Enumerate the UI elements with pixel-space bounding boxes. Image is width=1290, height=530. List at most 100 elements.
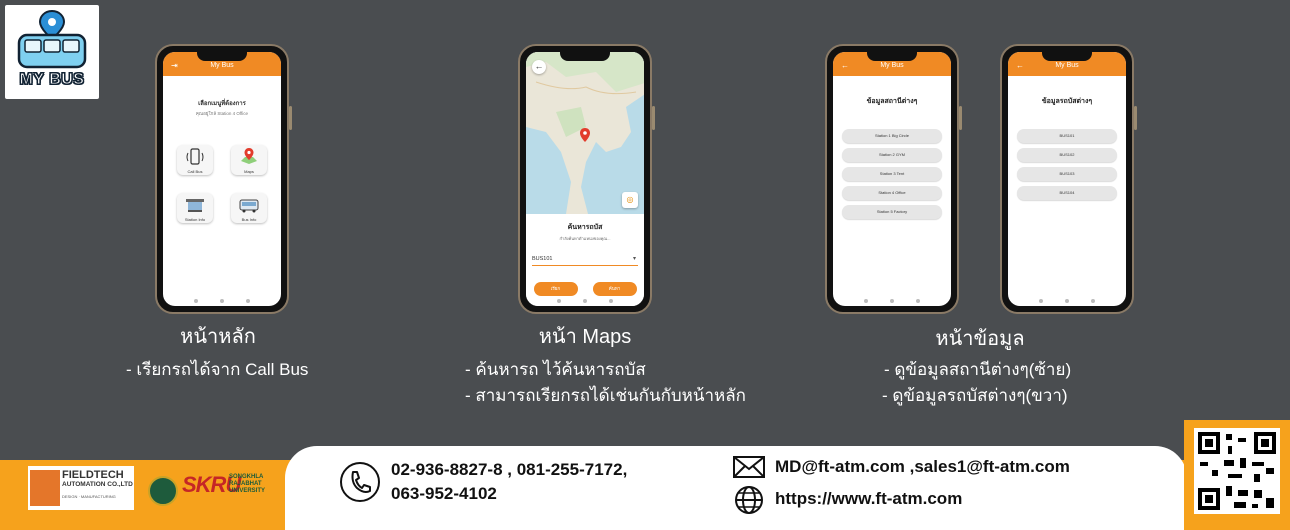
skru-line: UNIVERSITY	[229, 488, 266, 494]
search-button[interactable]: ค้นหา	[592, 282, 637, 296]
call-bus-label: Call Bus	[187, 169, 203, 174]
bus-pin-icon	[17, 9, 87, 69]
maps-tile[interactable]: Maps	[231, 145, 267, 175]
email-address[interactable]: MD@ft-atm.com ,sales1@ft-atm.com	[775, 455, 1070, 479]
phone-notch	[197, 51, 247, 61]
station-item[interactable]: Station 4 Office	[842, 186, 942, 200]
fieldtech-subtitle: AUTOMATION CO.,LTD	[62, 481, 133, 488]
desc-line: - ค้นหารถ ไว้ค้นหารถบัส	[465, 360, 646, 379]
my-bus-logo: MY BUS	[5, 5, 99, 99]
map-view[interactable]: ← ◎	[526, 52, 644, 214]
desc-line: - สามารถเรียกรถได้เช่นกันกับหน้าหลัก	[465, 386, 746, 405]
bus-select[interactable]: BUS101	[532, 255, 638, 266]
call-bus-tile[interactable]: Call Bus	[177, 145, 213, 175]
station-item[interactable]: Station 2 GYM	[842, 148, 942, 162]
home-description: - เรียกรถได้จาก Call Bus	[126, 357, 308, 383]
call-bus-icon	[186, 148, 204, 165]
home-screen-phone: ⇥ My Bus เลือกเมนูที่ต้องการ คุณอยู่ใกล้…	[155, 44, 292, 314]
fieldtech-logo: FIELDTECH AUTOMATION CO.,LTD DESIGN · MA…	[28, 466, 134, 510]
menu-grid: Call Bus Maps Station Info Bus Info	[163, 145, 281, 223]
system-nav-bar	[163, 299, 281, 303]
search-panel: ค้นหารถบัส กำลังค้นหาตำแหน่งของคุณ... BU…	[526, 214, 644, 306]
skru-line: SONGKHLA	[229, 474, 264, 480]
website-link[interactable]: https://www.ft-atm.com	[775, 487, 962, 511]
map-pin-icon	[241, 148, 257, 164]
qr-code-icon	[1198, 432, 1276, 510]
bus-item[interactable]: BUS101	[1017, 129, 1117, 143]
bus-info-tile[interactable]: Bus Info	[231, 193, 267, 223]
bus-item[interactable]: BUS102	[1017, 148, 1117, 162]
phone-side-button	[652, 106, 655, 130]
home-caption: หน้าหลัก	[180, 326, 256, 348]
station-list-heading: ข้อมูลสถานีต่างๆ	[866, 98, 918, 105]
menu-subheading: คุณอยู่ใกล้ Station 4 Office	[195, 111, 249, 116]
phone-screen: ← ◎ ค้นหารถบัส กำลังค้นหาตำแหน่งของคุณ..…	[526, 52, 644, 306]
desc-line: - ดูข้อมูลรถบัสต่างๆ(ขวา)	[882, 386, 1068, 405]
phone-screen: ← My Bus ข้อมูลสถานีต่างๆ Station 1 Big …	[833, 52, 951, 306]
back-button[interactable]: ←	[532, 60, 546, 74]
maps-screen-phone: ← ◎ ค้นหารถบัส กำลังค้นหาตำแหน่งของคุณ..…	[518, 44, 655, 314]
desc-line: - เรียกรถได้จาก Call Bus	[126, 360, 309, 379]
app-title: My Bus	[1055, 62, 1079, 69]
skru-seal-icon	[148, 476, 178, 506]
station-item[interactable]: Station 5 Factory	[842, 205, 942, 219]
app-title: My Bus	[880, 62, 904, 69]
logo-text: MY BUS	[19, 71, 85, 89]
phone-line[interactable]: 063-952-4102	[391, 482, 627, 506]
phone-side-button	[1134, 106, 1137, 130]
bus-list-heading: ข้อมูลรถบัสต่างๆ	[1041, 98, 1093, 105]
phone-icon	[340, 462, 380, 502]
bus-list: BUS101 BUS102 BUS103 BUS104	[1008, 129, 1126, 200]
station-info-phone: ← My Bus ข้อมูลสถานีต่างๆ Station 1 Big …	[825, 44, 962, 314]
fieldtech-name: FIELDTECH	[62, 469, 124, 481]
bus-info-phone: ← My Bus ข้อมูลรถบัสต่างๆ BUS101 BUS102 …	[1000, 44, 1137, 314]
bus-info-label: Bus Info	[241, 217, 257, 222]
phone-screen: ⇥ My Bus เลือกเมนูที่ต้องการ คุณอยู่ใกล้…	[163, 52, 281, 306]
location-pin-icon	[580, 128, 590, 142]
station-info-tile[interactable]: Station Info	[177, 193, 213, 223]
locate-me-button[interactable]: ◎	[622, 192, 638, 208]
phone-numbers: 02-936-8827-8 , 081-255-7172, 063-952-41…	[391, 458, 627, 506]
bus-icon	[239, 199, 259, 213]
call-button[interactable]: เรียก	[533, 282, 578, 296]
menu-heading: เลือกเมนูที่ต้องการ	[198, 101, 246, 107]
phone-side-button	[959, 106, 962, 130]
action-buttons: เรียก ค้นหา	[526, 282, 644, 296]
bus-item[interactable]: BUS103	[1017, 167, 1117, 181]
fieldtech-mark	[30, 470, 60, 506]
station-item[interactable]: Station 1 Big Circle	[842, 129, 942, 143]
system-nav-bar	[1008, 299, 1126, 303]
station-info-label: Station Info	[184, 217, 206, 222]
globe-icon	[735, 486, 763, 514]
system-nav-bar	[833, 299, 951, 303]
skru-line: RAJABHAT	[229, 481, 262, 487]
handset-icon	[351, 471, 371, 493]
bus-item[interactable]: BUS104	[1017, 186, 1117, 200]
fieldtech-tagline: DESIGN · MANUFACTURING	[62, 494, 116, 499]
desc-line: - ดูข้อมูลสถานีต่างๆ(ซ้าย)	[884, 360, 1072, 379]
logout-icon[interactable]: ⇥	[171, 52, 178, 80]
info-description: - ดูข้อมูลสถานีต่างๆ(ซ้าย) - ดูข้อมูลรถบ…	[882, 357, 1071, 409]
info-caption: หน้าข้อมูล	[935, 328, 1025, 350]
phone-notch	[867, 51, 917, 61]
phone-screen: ← My Bus ข้อมูลรถบัสต่างๆ BUS101 BUS102 …	[1008, 52, 1126, 306]
back-arrow-icon[interactable]: ←	[1016, 52, 1024, 80]
skru-university-name: SONGKHLA RAJABHAT UNIVERSITY	[229, 474, 265, 495]
back-arrow-icon[interactable]: ←	[841, 52, 849, 80]
search-panel-title: ค้นหารถบัส	[567, 224, 603, 231]
maps-caption: หน้า Maps	[538, 326, 632, 348]
maps-description: - ค้นหารถ ไว้ค้นหารถบัส - สามารถเรียกรถไ…	[465, 357, 746, 409]
phone-notch	[1042, 51, 1092, 61]
bus-stop-icon	[186, 199, 204, 212]
mail-icon	[733, 456, 765, 478]
phone-side-button	[289, 106, 292, 130]
station-list: Station 1 Big Circle Station 2 GYM Stati…	[833, 129, 951, 219]
qr-code	[1194, 428, 1280, 514]
app-title: My Bus	[210, 62, 234, 69]
system-nav-bar	[526, 299, 644, 303]
phone-line[interactable]: 02-936-8827-8 , 081-255-7172,	[391, 458, 627, 482]
maps-label: Maps	[244, 169, 254, 174]
station-item[interactable]: Station 3 Tent	[842, 167, 942, 181]
phone-notch	[560, 51, 610, 61]
search-panel-subtitle: กำลังค้นหาตำแหน่งของคุณ...	[559, 236, 611, 241]
